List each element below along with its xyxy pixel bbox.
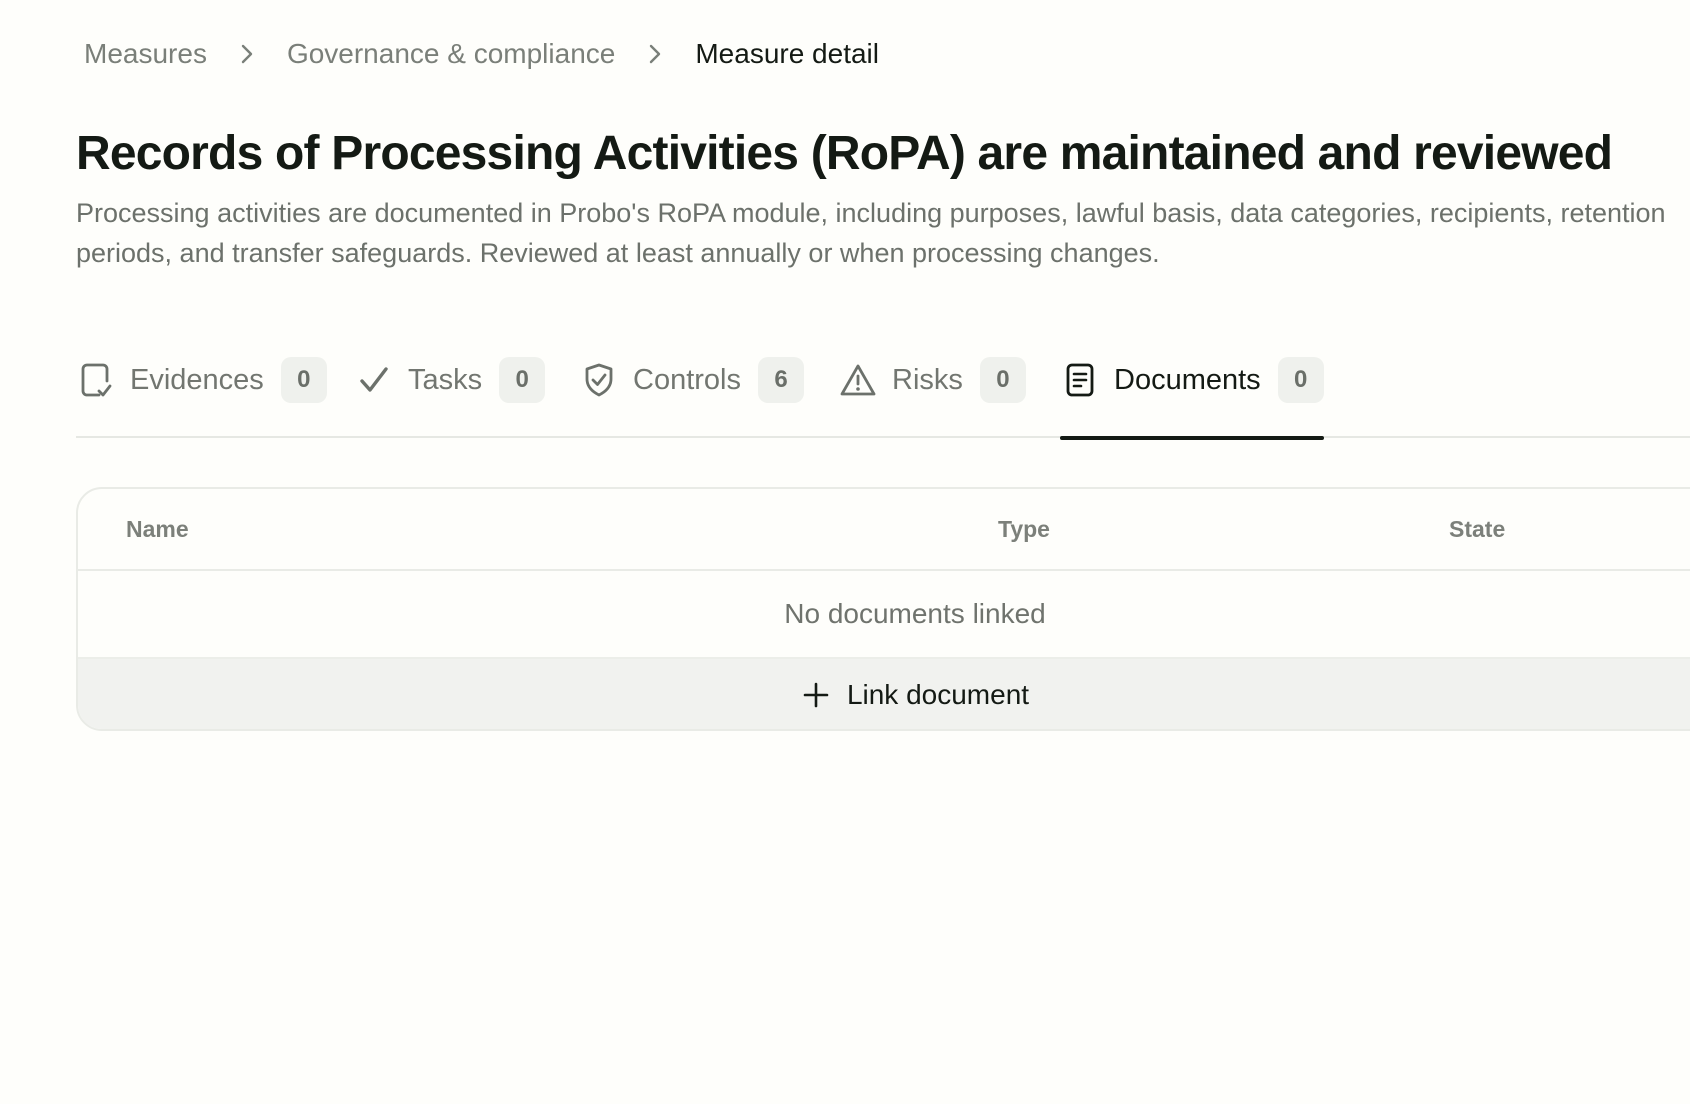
tab-label: Evidences [130, 363, 264, 396]
tab-count-badge: 0 [499, 357, 546, 403]
link-document-label: Link document [846, 679, 1030, 710]
tab-bar: Evidences 0 Tasks 0 Controls 6 Risks 0 D… [76, 338, 1690, 440]
breadcrumb: Measures Governance & compliance Measure… [84, 32, 879, 76]
tab-label: Risks [892, 363, 963, 396]
evidence-icon [76, 360, 116, 400]
tab-controls[interactable]: Controls 6 [579, 338, 804, 438]
table-header: Name Type State [78, 489, 1690, 571]
column-header-type[interactable]: Type [998, 489, 1050, 569]
link-document-button[interactable]: Link document [78, 659, 1690, 729]
tab-count-badge: 0 [280, 357, 327, 403]
tab-documents[interactable]: Documents 0 [1060, 338, 1324, 440]
measure-description: Processing activities are documented in … [76, 193, 1690, 273]
tab-count-badge: 6 [758, 357, 804, 403]
documents-table: Name Type State No documents linked Link… [76, 487, 1690, 731]
tab-label: Documents [1114, 363, 1261, 396]
tab-evidences[interactable]: Evidences 0 [76, 338, 327, 438]
breadcrumb-item-measures[interactable]: Measures [84, 38, 207, 70]
warning-icon [838, 360, 878, 400]
description-line: Processing activities are documented in … [76, 198, 1666, 228]
column-header-state[interactable]: State [1449, 489, 1505, 569]
plus-icon [801, 680, 831, 710]
chevron-right-icon [233, 43, 261, 65]
document-icon [1060, 360, 1100, 400]
tab-tasks[interactable]: Tasks 0 [354, 338, 546, 438]
page-title: Records of Processing Activities (RoPA) … [76, 127, 1613, 180]
column-header-name[interactable]: Name [126, 489, 189, 569]
empty-state-message: No documents linked [78, 571, 1690, 659]
breadcrumb-item-governance[interactable]: Governance & compliance [287, 38, 615, 70]
tab-count-badge: 0 [1277, 357, 1324, 403]
tab-label: Tasks [408, 363, 483, 396]
tab-label: Controls [633, 363, 741, 396]
description-line: periods, and transfer safeguards. Review… [76, 238, 1160, 268]
chevron-right-icon [641, 43, 669, 65]
tab-risks[interactable]: Risks 0 [838, 338, 1026, 438]
breadcrumb-item-current: Measure detail [695, 38, 879, 69]
shield-check-icon [579, 360, 619, 400]
tab-count-badge: 0 [979, 357, 1026, 403]
check-icon [354, 360, 394, 400]
